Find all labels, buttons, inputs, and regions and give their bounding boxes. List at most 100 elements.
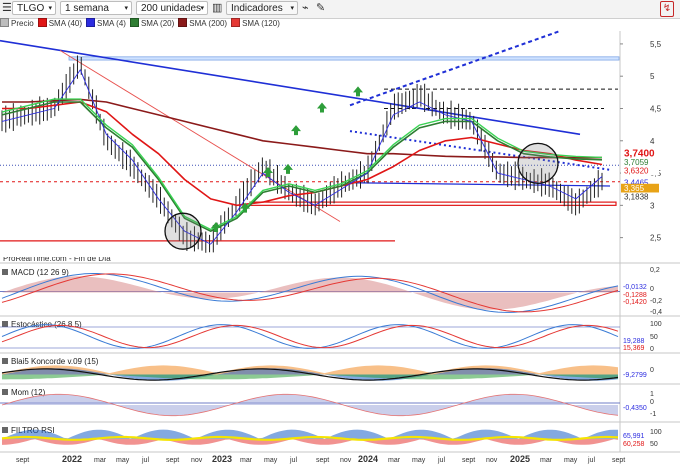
x-axis-label: may	[116, 457, 130, 464]
rsi-panel-label: FILTRO RSI	[2, 426, 54, 435]
x-axis-label: jul	[437, 457, 445, 464]
symbol-label: TLGO	[17, 3, 45, 14]
x-axis-label: 2023	[212, 454, 232, 464]
price-badge	[621, 192, 659, 202]
legend-swatch	[86, 18, 96, 27]
resistance-zone	[68, 56, 620, 61]
chevron-down-icon: ▾	[124, 5, 128, 12]
legend-item[interactable]: SMA (20)	[129, 18, 174, 29]
legend-item[interactable]: SMA (200)	[178, 18, 227, 29]
macd-axis-label: 0,2	[650, 267, 660, 274]
x-axis-label: sept	[462, 457, 475, 464]
buy-arrow-icon	[291, 125, 301, 136]
indicators-label: Indicadores	[231, 3, 283, 14]
price-badge	[621, 178, 659, 188]
indicators-button[interactable]: Indicadores ▾	[226, 1, 298, 15]
x-axis-label: mar	[388, 457, 401, 464]
legend-item[interactable]: SMA (120)	[231, 18, 280, 29]
buy-arrow-icon	[353, 86, 363, 97]
macd-line	[1, 273, 619, 313]
stoch-axis-label: 50	[650, 334, 658, 341]
legend-swatch	[231, 18, 241, 27]
sma-4-line	[1, 69, 603, 245]
hamburger-menu-icon[interactable]: ☰	[2, 2, 12, 14]
sma-bright-line	[1, 98, 603, 231]
x-axis-label: may	[412, 457, 426, 464]
period-selector[interactable]: 1 semana ▾	[60, 1, 132, 15]
stoch-d-line	[1, 324, 619, 349]
downtrend-line	[0, 39, 581, 136]
legend-item[interactable]: Precio	[0, 18, 34, 29]
legend-label: SMA (120)	[242, 19, 280, 28]
koncorde-blue-area	[2, 368, 618, 381]
price-badge	[621, 166, 659, 176]
x-axis-label: mar	[540, 457, 553, 464]
price-badge	[621, 157, 659, 167]
legend: Precio SMA (40) SMA (4) SMA (20) SMA (200) SM…	[0, 18, 284, 29]
sma-20-line	[1, 101, 603, 232]
buy-arrow-icon	[263, 167, 273, 178]
buy-arrow-icon	[317, 102, 327, 113]
macd-badge: -0,1420	[623, 299, 647, 306]
link-icon[interactable]: ⌁	[302, 2, 309, 14]
price-badge	[621, 183, 659, 193]
macd-signal-line	[1, 273, 619, 313]
price-axis-label: 4,5	[650, 104, 662, 113]
legend-swatch	[178, 18, 188, 27]
price-badge-text: 3,4465	[624, 179, 649, 188]
buy-arrow-icon	[283, 163, 293, 174]
mom-axis-label: -1	[650, 411, 656, 418]
koncorde-line	[1, 368, 619, 381]
macd-badge: -0,0132	[623, 284, 647, 291]
rsi-axis-label: 100	[650, 429, 662, 436]
legend-label: SMA (4)	[97, 19, 126, 28]
legend-label: Precio	[11, 19, 34, 28]
rsi-yellow-line	[1, 435, 619, 441]
x-axis-label: 2022	[62, 454, 82, 464]
candlestick-icon[interactable]: ▥	[212, 2, 222, 14]
x-axis-label: nov	[340, 457, 352, 464]
legend-item[interactable]: SMA (4)	[86, 18, 126, 29]
main-panel-bg	[0, 31, 620, 257]
blai-panel-label: Blai5 Koncorde v.09 (15)	[2, 357, 98, 366]
x-axis-label: sept	[612, 457, 625, 464]
x-axis-label: sept	[316, 457, 329, 464]
support-trend-line	[349, 182, 611, 187]
symbol-selector[interactable]: TLGO ▾	[12, 1, 56, 15]
price-axis-label: 3	[650, 201, 655, 210]
mom-line	[1, 393, 619, 417]
rsi-axis-label: 50	[650, 441, 658, 448]
legend-item[interactable]: SMA (40)	[37, 18, 82, 29]
stoch-k-line	[1, 324, 619, 349]
x-axis-label: mar	[94, 457, 107, 464]
x-axis-label: 2024	[358, 454, 378, 464]
x-axis-label: nov	[191, 457, 203, 464]
price-chart[interactable]: 5,5 5 4,5 4 3,5 3 2,5 sept 2022 mar may jul sept nov 2…	[0, 0, 680, 465]
macd-axis-label: -0,4	[650, 309, 662, 316]
mom-positive-area	[2, 394, 618, 416]
x-axis-label: jul	[289, 457, 297, 464]
price-badge-text: 3,7059	[624, 158, 649, 167]
mom-axis-label: 0	[650, 399, 654, 406]
rsi-badge: 65,991	[623, 433, 645, 440]
legend-swatch	[0, 18, 9, 27]
units-label: 200 unidades	[141, 3, 202, 14]
legend-swatch	[129, 18, 139, 27]
macd-badge: -0,1288	[623, 292, 647, 299]
rsi-badge: 60,258	[623, 441, 645, 448]
x-axis-label: sept	[166, 457, 179, 464]
stoch-axis-label: 0	[650, 346, 654, 353]
rsi-red-area	[2, 439, 618, 445]
highlight-circle-low	[164, 212, 202, 250]
legend-swatch	[37, 18, 47, 27]
units-selector[interactable]: 200 unidades ▾	[136, 1, 208, 15]
x-axis-label: jul	[587, 457, 595, 464]
macd-panel-label: MACD (12 26 9)	[2, 268, 69, 277]
price-axis-label: 2,5	[650, 234, 662, 243]
chevron-down-icon: ▾	[290, 5, 294, 12]
buy-arrow-icon	[211, 221, 221, 232]
sma-200-line	[2, 98, 602, 159]
macd-histogram	[2, 276, 618, 310]
tools-icon[interactable]: ✎	[316, 2, 325, 14]
blai-axis-label: 0	[650, 367, 654, 374]
